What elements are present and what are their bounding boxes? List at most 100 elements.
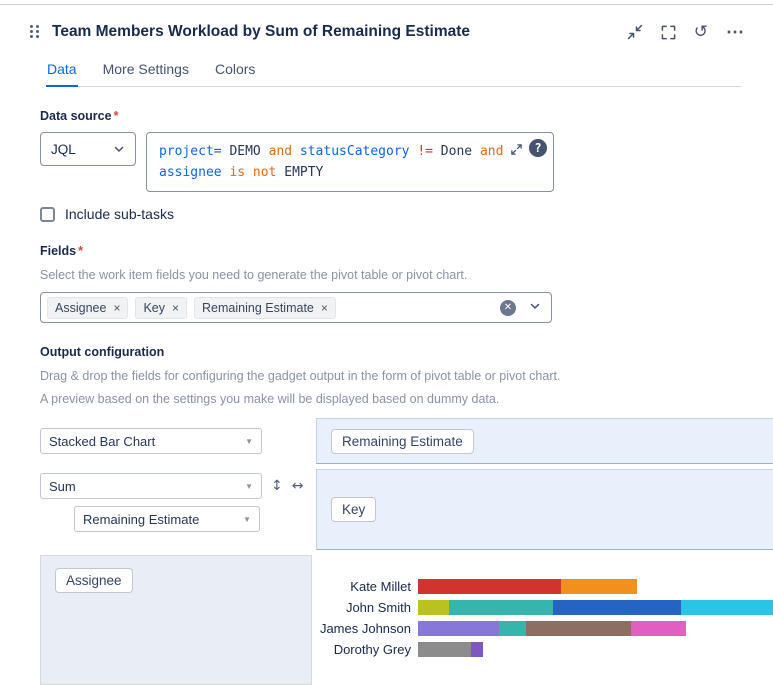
output-preview-grid: Stacked Bar Chart ▼ Remaining Estimate S… [40, 418, 773, 685]
gadget-config-panel: Team Members Workload by Sum of Remainin… [0, 4, 773, 685]
chart-bar-segment [449, 600, 553, 615]
more-menu-icon[interactable]: ⋯ [726, 23, 745, 41]
field-chip[interactable]: Remaining Estimate × [194, 297, 336, 319]
jql-token-field: statusCategory [300, 144, 417, 159]
output-config-label: Output configuration [40, 345, 745, 359]
jql-token-field: project= [159, 144, 229, 159]
aggregation-value: Sum [49, 479, 76, 494]
fields-label: Fields* [40, 244, 745, 258]
chart-bar-segment [418, 600, 449, 615]
chart-category-label: Dorothy Grey [316, 642, 418, 657]
data-source-row: JQL project= DEMO and statusCategory != … [40, 132, 745, 192]
remove-chip-icon[interactable]: × [113, 302, 120, 314]
jql-token-operator: != [417, 144, 440, 159]
chart-bar-segment [553, 600, 681, 615]
category-field-chip[interactable]: Assignee [55, 568, 133, 593]
output-helper-line1: Drag & drop the fields for configuring t… [40, 367, 745, 385]
move-horizontal-icon[interactable]: ↔ [292, 478, 304, 494]
output-helper-line2: A preview based on the settings you make… [40, 390, 745, 408]
fields-multiselect[interactable]: Assignee × Key × Remaining Estimate × ✕ [40, 292, 552, 323]
chart-type-select[interactable]: Stacked Bar Chart ▼ [40, 428, 262, 454]
field-chip-label: Key [143, 301, 165, 315]
chart-bar-row: John Smith [316, 600, 773, 615]
help-icon[interactable]: ? [529, 139, 547, 157]
aggregation-cell: Sum ▼ ↕ ↔ Remaining Estimate ▼ [40, 469, 312, 550]
expand-icon[interactable] [661, 25, 676, 40]
clear-all-icon[interactable]: ✕ [500, 300, 516, 316]
columns-dropzone[interactable]: Remaining Estimate [316, 418, 773, 464]
drag-handle-icon[interactable] [30, 25, 40, 39]
fields-chevron-down-icon[interactable] [529, 299, 541, 317]
chart-bar-segment [526, 621, 631, 636]
tab-content: Data source* JQL project= DEMO and statu… [0, 109, 773, 408]
chart-bar-segment [561, 579, 637, 594]
jql-editor[interactable]: project= DEMO and statusCategory != Done… [146, 132, 554, 192]
tab-bar: Data More Settings Colors [46, 57, 741, 87]
remove-chip-icon[interactable]: × [321, 302, 328, 314]
chart-bar-segment [418, 642, 471, 657]
jql-token-value: EMPTY [284, 165, 323, 180]
required-asterisk: * [114, 109, 119, 123]
jql-token-value: Done [441, 144, 480, 159]
jql-token-value: DEMO [229, 144, 268, 159]
select-arrow-icon: ▼ [243, 515, 251, 524]
chart-bar-segment [681, 600, 773, 615]
chart-bar-segment [471, 642, 483, 657]
aggregation-select[interactable]: Sum ▼ [40, 473, 262, 499]
gadget-title: Team Members Workload by Sum of Remainin… [52, 23, 627, 41]
required-asterisk: * [78, 244, 83, 258]
rows-dropzone[interactable]: Key [316, 469, 773, 550]
tab-colors[interactable]: Colors [214, 57, 256, 86]
jql-editor-text: project= DEMO and statusCategory != Done… [159, 144, 503, 180]
include-subtasks-checkbox[interactable] [40, 207, 55, 222]
aggregation-field-select[interactable]: Remaining Estimate ▼ [74, 506, 260, 532]
refresh-icon[interactable]: ↺ [694, 24, 708, 41]
jql-expand-icon[interactable] [510, 143, 523, 156]
field-chip[interactable]: Assignee × [47, 297, 128, 319]
header-actions: ↺ ⋯ [627, 23, 745, 41]
chart-bar-segment [418, 579, 561, 594]
tab-more-settings[interactable]: More Settings [102, 57, 190, 86]
include-subtasks-label: Include sub-tasks [65, 206, 174, 222]
aggregation-row: Sum ▼ ↕ ↔ [40, 473, 312, 499]
columns-field-chip[interactable]: Remaining Estimate [331, 429, 474, 454]
include-subtasks-row: Include sub-tasks [40, 206, 745, 222]
query-type-select[interactable]: JQL [40, 132, 136, 166]
category-dropzone[interactable]: Assignee [40, 555, 312, 685]
chart-bar-segment [418, 621, 499, 636]
field-chip-label: Assignee [55, 301, 106, 315]
chart-type-cell: Stacked Bar Chart ▼ [40, 418, 312, 464]
rows-field-chip[interactable]: Key [331, 497, 376, 522]
field-chip-label: Remaining Estimate [202, 301, 314, 315]
jql-token-keyword: and [269, 144, 300, 159]
select-arrow-icon: ▼ [245, 482, 253, 491]
jql-token-keyword: and [480, 144, 503, 159]
query-type-value: JQL [51, 142, 76, 157]
select-arrow-icon: ▼ [245, 437, 253, 446]
chart-category-label: John Smith [316, 600, 418, 615]
aggregation-field-value: Remaining Estimate [83, 512, 199, 527]
chart-category-label: James Johnson [316, 621, 418, 636]
chart-bar [418, 600, 773, 615]
jql-token-field: assignee [159, 165, 229, 180]
field-chip[interactable]: Key × [135, 297, 187, 319]
chevron-down-icon [113, 143, 125, 155]
chart-type-value: Stacked Bar Chart [49, 434, 155, 449]
chart-category-label: Kate Millet [316, 579, 418, 594]
jql-token-keyword: is not [229, 165, 284, 180]
data-source-label: Data source* [40, 109, 745, 123]
chart-bar [418, 579, 637, 594]
fields-chip-list: Assignee × Key × Remaining Estimate × [47, 297, 336, 319]
chart-bar-row: Dorothy Grey [316, 642, 773, 657]
remove-chip-icon[interactable]: × [172, 302, 179, 314]
collapse-icon[interactable] [627, 24, 643, 40]
chart-bar-row: Kate Millet [316, 579, 773, 594]
fields-helper-text: Select the work item fields you need to … [40, 266, 745, 284]
tab-data[interactable]: Data [46, 57, 78, 86]
preview-chart: Kate Millet John Smith James Johnson Doroth… [316, 555, 773, 685]
move-vertical-icon[interactable]: ↕ [271, 478, 283, 494]
chart-bar-row: James Johnson [316, 621, 773, 636]
gadget-header: Team Members Workload by Sum of Remainin… [0, 5, 773, 41]
chart-bar-segment [499, 621, 526, 636]
chart-bar-segment [631, 621, 686, 636]
